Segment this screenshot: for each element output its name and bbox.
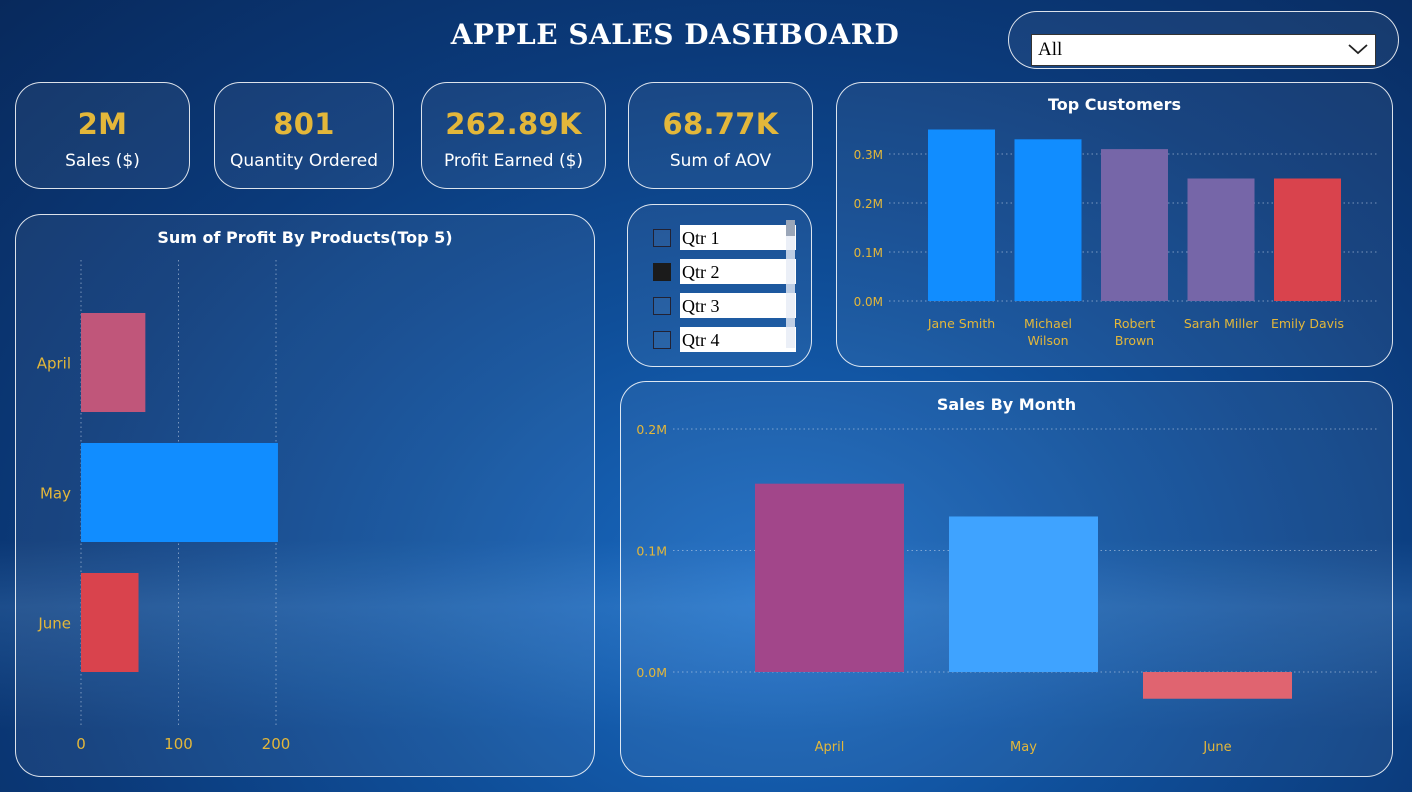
x-category-label: May bbox=[1010, 740, 1037, 755]
y-tick-label: 0.2M bbox=[854, 197, 883, 211]
y-tick-label: 0.2M bbox=[636, 422, 667, 437]
scrollbar-thumb[interactable] bbox=[786, 220, 795, 236]
y-tick-label: 0.0M bbox=[636, 665, 667, 680]
sales-by-month-chart: 0.0M 0.1M 0.2M April May June bbox=[636, 422, 1379, 755]
bar bbox=[755, 483, 904, 672]
y-tick-label: 0.1M bbox=[636, 544, 667, 559]
top-customers-chart: 0.0M 0.1M 0.2M 0.3M Jane Smith Michael Wilson R… bbox=[854, 129, 1377, 348]
x-category-label: Brown bbox=[1115, 333, 1154, 348]
kpi-value: 262.89K bbox=[445, 107, 582, 141]
y-category-label: May bbox=[40, 485, 71, 503]
x-category-label: Michael bbox=[1024, 316, 1072, 331]
filter-dropdown[interactable]: All bbox=[1031, 34, 1376, 66]
kpi-card-aov: 68.77K Sum of AOV bbox=[628, 82, 813, 189]
y-category-label: April bbox=[37, 355, 71, 373]
filter-selected-value: All bbox=[1038, 39, 1063, 60]
x-tick-label: 100 bbox=[164, 735, 193, 753]
bar bbox=[1101, 149, 1168, 301]
y-tick-label: 0.0M bbox=[854, 295, 883, 309]
bar bbox=[81, 313, 146, 412]
y-tick-label: 0.3M bbox=[854, 148, 883, 162]
kpi-label: Profit Earned ($) bbox=[443, 151, 584, 171]
slicer-scrollbar[interactable] bbox=[786, 220, 795, 348]
checkbox[interactable] bbox=[653, 331, 671, 349]
x-tick-label: 200 bbox=[262, 735, 291, 753]
checkbox[interactable] bbox=[653, 229, 671, 247]
slicer-item-qtr2[interactable]: Qtr 2 bbox=[651, 259, 798, 285]
bar bbox=[928, 129, 995, 301]
slicer-item-label: Qtr 3 bbox=[680, 293, 796, 318]
slicer-item-qtr3[interactable]: Qtr 3 bbox=[651, 293, 798, 319]
x-category-label: Robert bbox=[1114, 316, 1156, 331]
bar bbox=[1274, 178, 1341, 301]
bar bbox=[949, 516, 1098, 672]
top-customers-panel: Top Customers 0.0M 0.1M 0.2M 0.3M Jane Smith… bbox=[836, 82, 1393, 367]
slicer-item-label: Qtr 2 bbox=[680, 259, 796, 284]
kpi-card-quantity: 801 Quantity Ordered bbox=[214, 82, 394, 189]
bar bbox=[1187, 178, 1255, 301]
kpi-label: Quantity Ordered bbox=[229, 151, 379, 171]
bar bbox=[81, 573, 139, 672]
kpi-label: Sales ($) bbox=[65, 151, 140, 171]
x-tick-label: 0 bbox=[76, 735, 86, 753]
kpi-value: 2M bbox=[77, 107, 128, 141]
kpi-value: 68.77K bbox=[662, 107, 779, 141]
profit-by-products-chart: 0 100 200 April May June bbox=[37, 260, 291, 753]
checkbox[interactable] bbox=[653, 297, 671, 315]
x-category-label: June bbox=[1202, 740, 1231, 755]
bar bbox=[1143, 672, 1292, 699]
filter-container: All bbox=[1008, 11, 1399, 69]
kpi-card-sales: 2M Sales ($) bbox=[15, 82, 190, 189]
x-category-label: Jane Smith bbox=[927, 316, 995, 331]
kpi-value: 801 bbox=[273, 107, 335, 141]
sales-by-month-panel: Sales By Month 0.0M 0.1M 0.2M April May June bbox=[620, 381, 1393, 777]
x-category-label: Emily Davis bbox=[1271, 316, 1344, 331]
quarter-slicer: Qtr 1 Qtr 2 Qtr 3 Qtr 4 bbox=[627, 204, 812, 367]
slicer-item-qtr1[interactable]: Qtr 1 bbox=[651, 225, 798, 251]
x-category-label: April bbox=[815, 740, 845, 755]
slicer-item-qtr4[interactable]: Qtr 4 bbox=[651, 327, 798, 353]
profit-by-products-panel: Sum of Profit By Products(Top 5) 0 100 200… bbox=[15, 214, 595, 777]
kpi-label: Sum of AOV bbox=[669, 151, 772, 171]
y-tick-label: 0.1M bbox=[854, 246, 883, 260]
bar bbox=[1014, 139, 1082, 301]
bar bbox=[81, 443, 278, 542]
slicer-item-label: Qtr 4 bbox=[680, 327, 796, 352]
slicer-item-label: Qtr 1 bbox=[680, 225, 796, 250]
chevron-down-icon[interactable] bbox=[1347, 38, 1369, 60]
x-category-label: Wilson bbox=[1027, 333, 1068, 348]
checkbox[interactable] bbox=[653, 263, 671, 281]
y-category-label: June bbox=[37, 615, 71, 633]
x-category-label: Sarah Miller bbox=[1184, 316, 1259, 331]
kpi-card-profit: 262.89K Profit Earned ($) bbox=[421, 82, 606, 189]
